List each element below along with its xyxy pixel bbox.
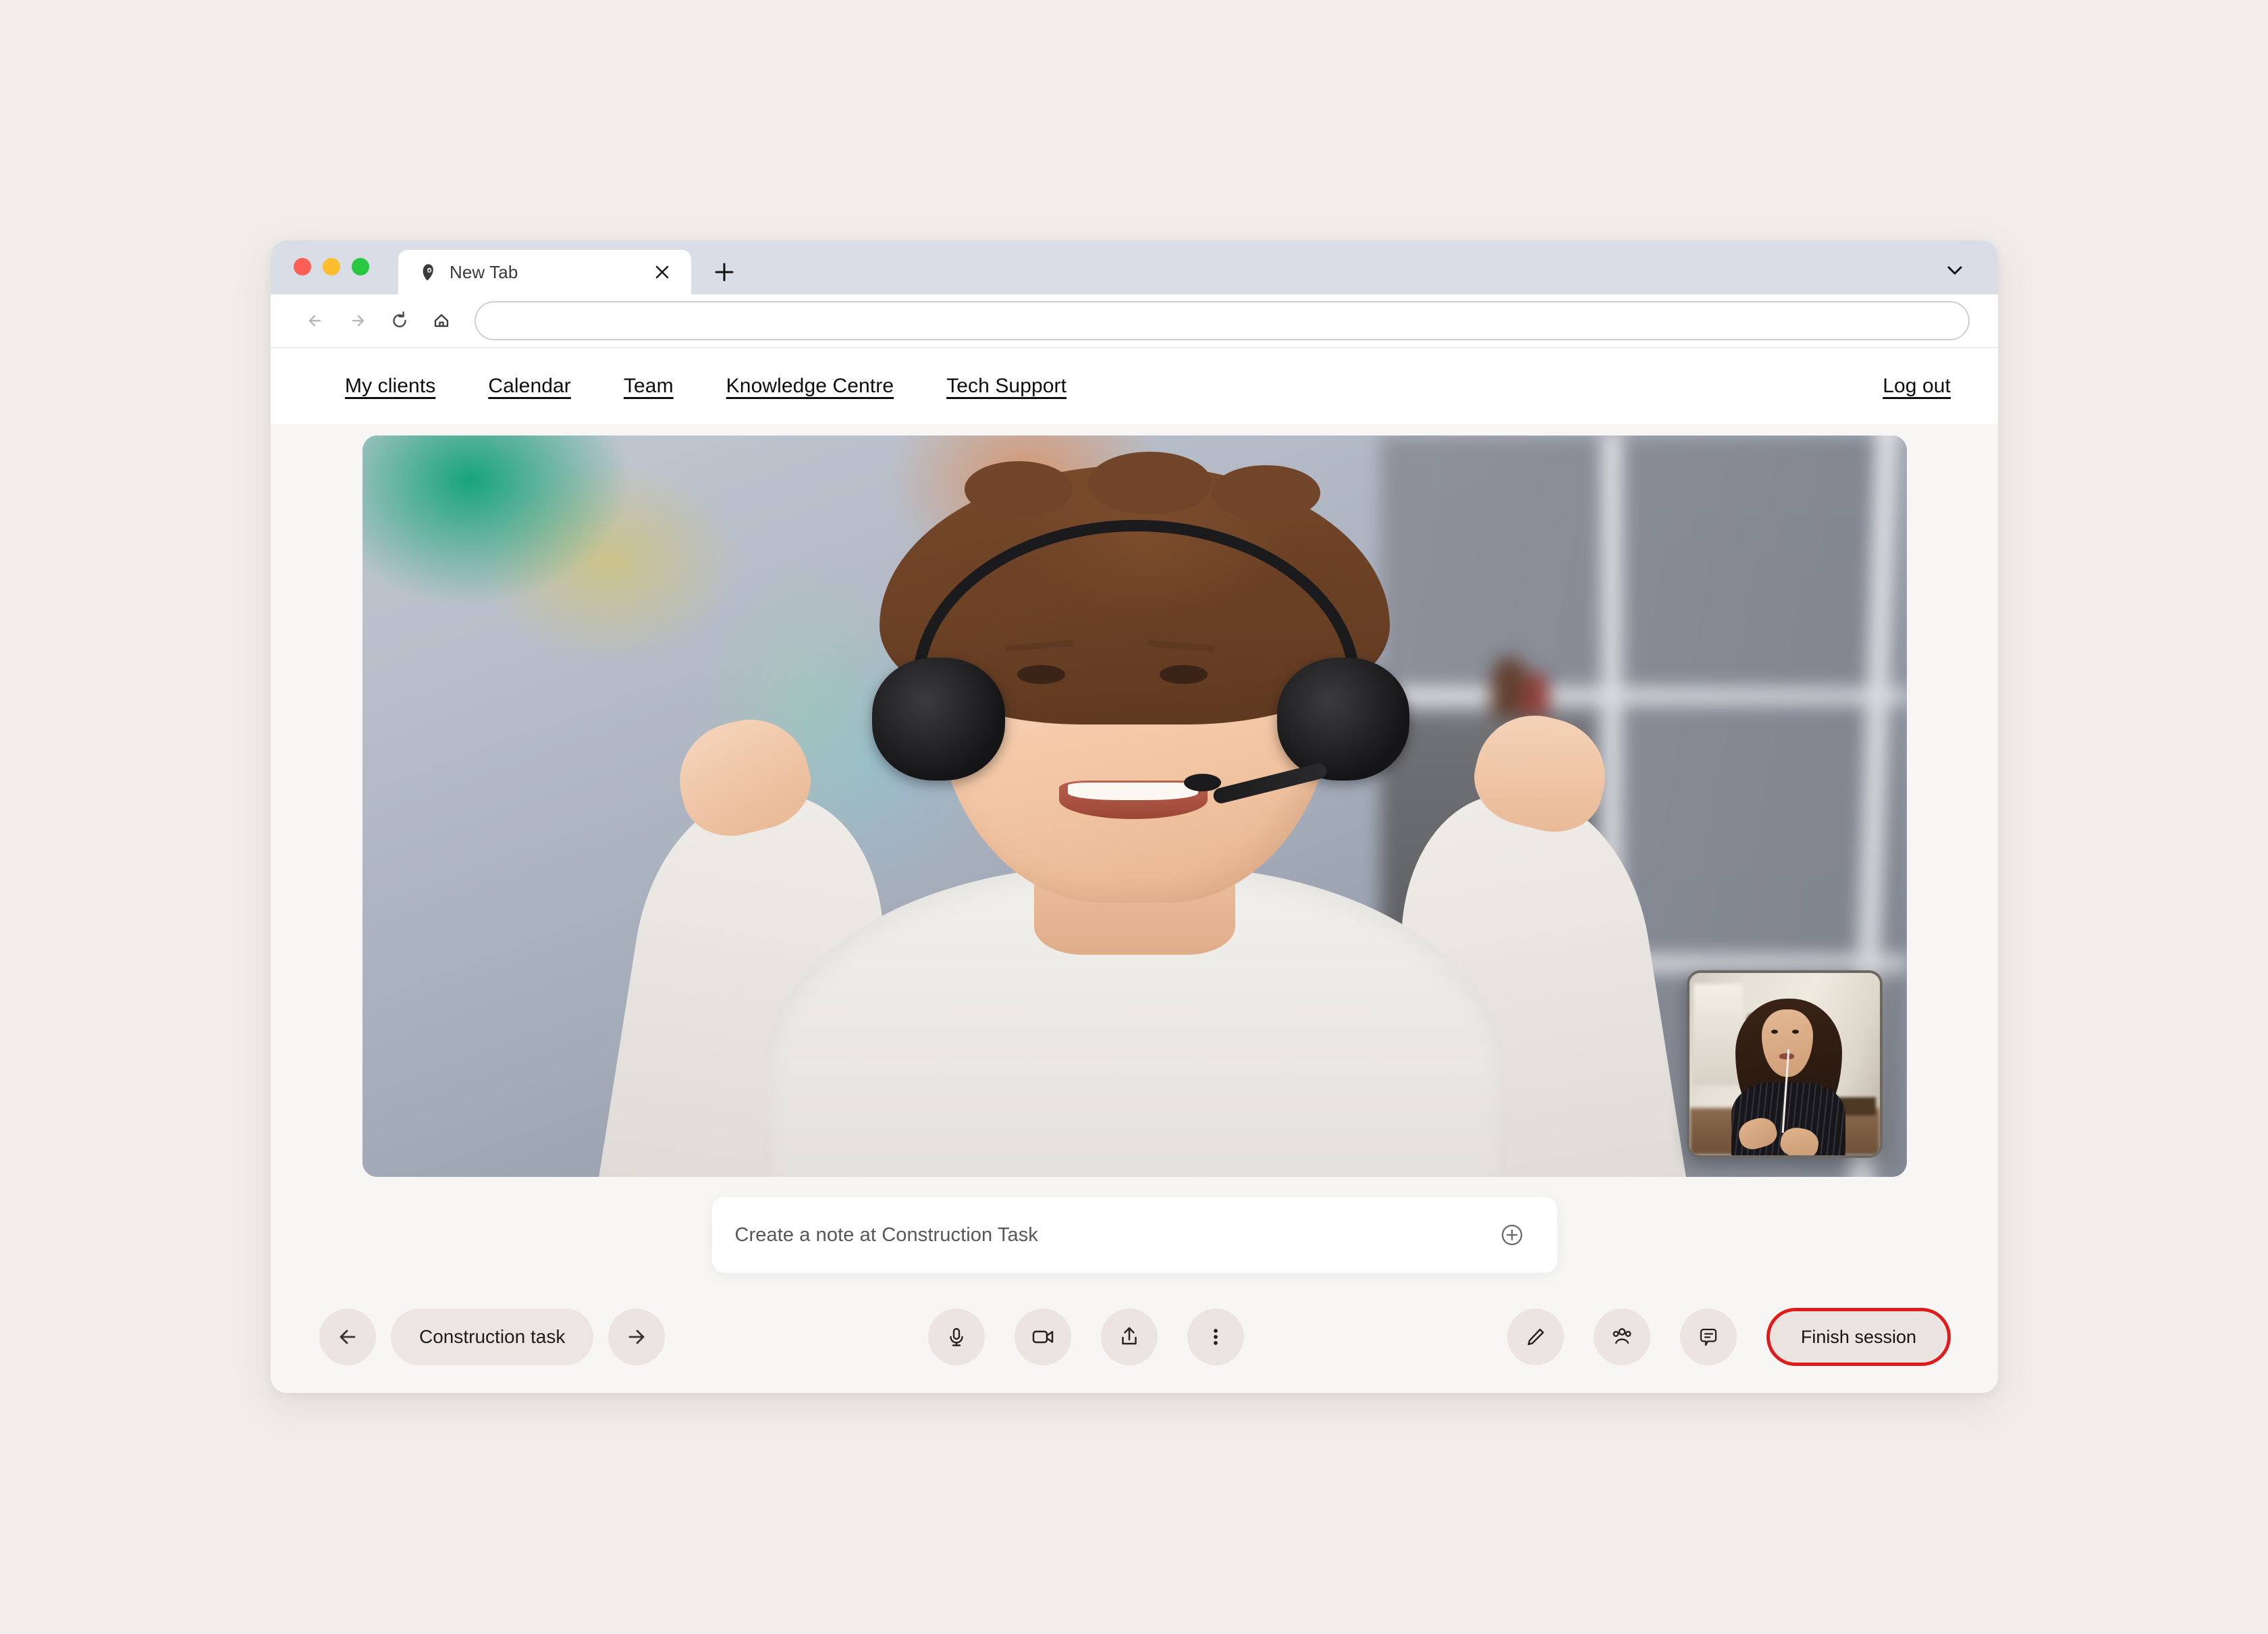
headphone-cup-right [1276,658,1410,781]
nav-link-team[interactable]: Team [624,375,674,398]
nav-link-knowledge-centre[interactable]: Knowledge Centre [726,375,894,398]
reload-icon[interactable] [379,300,421,342]
browser-window: New Tab My clients Calendar Team Knowled… [271,240,1998,1393]
people-icon [1613,1328,1631,1344]
chevron-down-icon[interactable] [1941,257,1968,284]
more-options-button[interactable] [1187,1309,1245,1365]
window-close-button[interactable] [294,258,311,275]
browser-toolbar [271,294,1998,347]
previous-task-button[interactable] [319,1309,376,1365]
main-video-feed[interactable] [362,436,1907,1177]
browser-tab[interactable]: New Tab [398,250,691,294]
child-hair-tuft [1212,465,1320,521]
arrow-right-icon [628,1329,645,1344]
microphone-icon [950,1327,963,1346]
participants-button[interactable] [1593,1309,1650,1365]
app-nav-links: My clients Calendar Team Knowledge Centr… [345,375,1066,398]
note-bar[interactable] [711,1197,1557,1273]
share-button[interactable] [1101,1309,1158,1365]
chat-bubble-icon [1700,1328,1717,1346]
app-navigation-bar: My clients Calendar Team Knowledge Centr… [271,347,1998,424]
share-upload-icon [1122,1327,1137,1345]
window-traffic-lights [294,240,369,294]
home-icon[interactable] [421,300,462,342]
more-vertical-icon [1214,1329,1218,1345]
self-view-window [1693,984,1743,1086]
session-main-area: Construction task [271,424,1998,1393]
arrow-left-icon[interactable] [295,300,337,342]
child-hair-tuft [1088,452,1212,515]
browser-tab-strip: New Tab [271,240,1998,294]
new-tab-button[interactable] [701,250,748,294]
note-input[interactable] [734,1223,1496,1246]
camera-button[interactable] [1015,1309,1072,1365]
media-controls-group [928,1309,1245,1365]
session-control-bar: Construction task Finish session [271,1290,1998,1384]
chat-button[interactable] [1679,1309,1737,1365]
pencil-icon [1528,1328,1544,1346]
window-minimize-button[interactable] [323,258,340,275]
next-task-button[interactable] [608,1309,666,1365]
plus-circle-icon[interactable] [1496,1219,1528,1250]
microphone-button[interactable] [928,1309,986,1365]
app-logo-icon [418,263,437,282]
headphone-mic-tip [1184,773,1222,792]
arrow-left-icon [340,1329,356,1344]
nav-link-my-clients[interactable]: My clients [345,375,435,398]
child-teeth [1068,782,1199,801]
self-view-eye-right [1792,1029,1800,1034]
video-camera-icon [1032,1330,1054,1344]
url-bar[interactable] [475,301,1970,340]
finish-session-button[interactable]: Finish session [1766,1308,1951,1366]
close-icon[interactable] [651,261,674,284]
arrow-right-icon[interactable] [337,300,379,342]
logout-link[interactable]: Log out [1883,375,1951,398]
window-maximize-button[interactable] [352,258,369,275]
nav-link-calendar[interactable]: Calendar [488,375,571,398]
child-figure [362,436,1907,1177]
self-view-video[interactable] [1687,970,1883,1158]
child-hair-tuft [965,461,1073,517]
headphone-cup-left [872,658,1005,781]
nav-link-tech-support[interactable]: Tech Support [946,375,1066,398]
draw-button[interactable] [1507,1309,1564,1365]
current-task-pill[interactable]: Construction task [391,1309,594,1365]
session-actions-group: Finish session [1507,1308,1951,1366]
task-navigation-group: Construction task [319,1309,666,1365]
browser-tab-title: New Tab [450,261,518,282]
self-view-eye-left [1771,1029,1779,1034]
